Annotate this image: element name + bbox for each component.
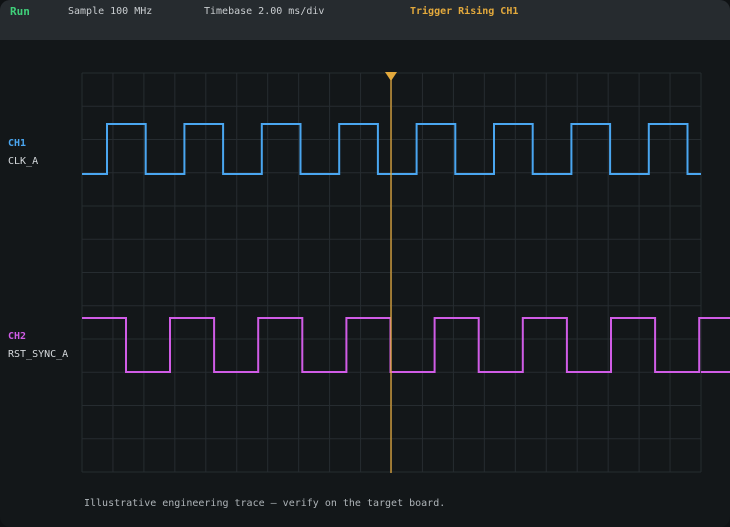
ch2-waveform — [82, 317, 730, 373]
ch2-label[interactable]: CH2 — [8, 331, 26, 343]
ch1-label[interactable]: CH1 — [8, 138, 26, 150]
footer-disclaimer: Illustrative engineering trace — verify … — [84, 498, 446, 509]
scope-display[interactable] — [0, 0, 730, 527]
ch1-signal-name: CLK_A — [8, 156, 39, 167]
ch2-signal-name: RST_SYNC_A — [8, 349, 69, 360]
trigger-marker-icon[interactable] — [385, 72, 397, 81]
oscilloscope-window: Run Sample 100 MHz Timebase 2.00 ms/div … — [0, 0, 730, 527]
